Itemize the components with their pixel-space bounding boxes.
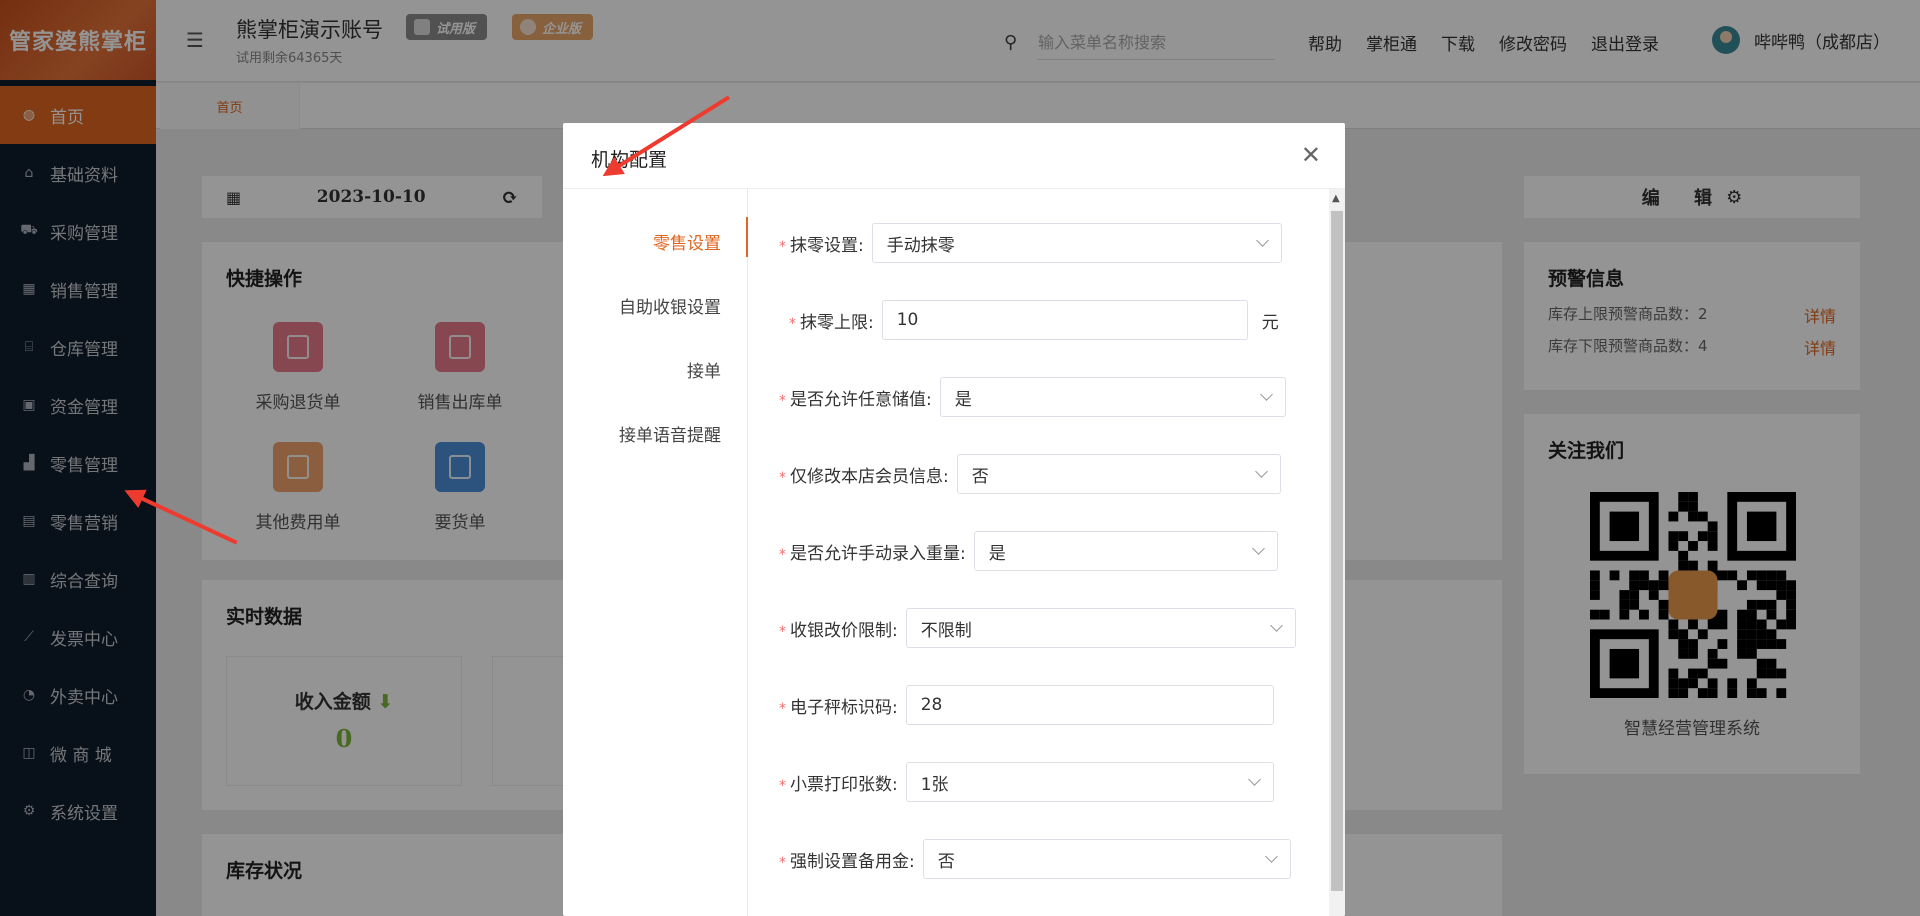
chevron-down-icon (1251, 542, 1265, 555)
chevron-down-icon (1259, 388, 1273, 401)
chevron-down-icon (1254, 465, 1268, 478)
chevron-down-icon (1269, 619, 1283, 632)
field-manual-weight: * 是否允许手动录入重量: 是 (779, 531, 1278, 571)
store-member-only-select[interactable]: 否 (956, 454, 1281, 494)
chevron-down-icon (1255, 234, 1269, 247)
nav-self-checkout-settings[interactable]: 自助收银设置 (619, 293, 721, 318)
field-rounding-limit: * 抹零上限: 10 元 (789, 300, 1279, 340)
retail-settings-form: * 抹零设置: 手动抹零 * 抹零上限: 10 元 * 是否允许任意储值: 是 * 仅修… (749, 189, 1329, 916)
scroll-up-icon[interactable]: ▲ (1332, 193, 1340, 204)
field-rounding: * 抹零设置: 手动抹零 (779, 223, 1282, 263)
field-scale-code: * 电子秤标识码: 28 (779, 685, 1274, 725)
scrollbar-thumb[interactable] (1331, 211, 1343, 891)
rounding-select[interactable]: 手动抹零 (871, 223, 1282, 263)
close-icon[interactable]: ✕ (1301, 143, 1321, 167)
field-force-float: * 强制设置备用金: 否 (779, 839, 1291, 879)
price-change-limit-select[interactable]: 不限制 (905, 608, 1296, 648)
manual-weight-select[interactable]: 是 (973, 531, 1278, 571)
unit-label: 元 (1261, 312, 1279, 333)
nav-retail-settings[interactable]: 零售设置 (653, 229, 721, 254)
field-price-change-limit: * 收银改价限制: 不限制 (779, 608, 1296, 648)
scale-code-input[interactable]: 28 (905, 685, 1274, 725)
chevron-down-icon (1247, 773, 1261, 786)
dialog-header: 机构配置 ✕ (563, 123, 1345, 189)
field-any-stored-value: * 是否允许任意储值: 是 (779, 377, 1286, 417)
rounding-limit-input[interactable]: 10 (881, 300, 1248, 340)
chevron-down-icon (1264, 850, 1278, 863)
field-store-member-only: * 仅修改本店会员信息: 否 (779, 454, 1281, 494)
nav-order-voice-alert[interactable]: 接单语音提醒 (619, 421, 721, 446)
dialog-nav: 零售设置 自助收银设置 接单 接单语音提醒 (563, 189, 748, 916)
field-receipt-copies: * 小票打印张数: 1张 (779, 762, 1274, 802)
any-stored-value-select[interactable]: 是 (939, 377, 1286, 417)
nav-orders[interactable]: 接单 (687, 357, 721, 382)
org-config-dialog: 机构配置 ✕ 零售设置 自助收银设置 接单 接单语音提醒 *抹零设置: 手动抹零… (563, 123, 1345, 916)
dialog-scrollbar[interactable]: ▲ (1329, 189, 1345, 916)
force-float-select[interactable]: 否 (922, 839, 1291, 879)
active-nav-indicator (746, 217, 748, 257)
receipt-copies-select[interactable]: 1张 (905, 762, 1274, 802)
